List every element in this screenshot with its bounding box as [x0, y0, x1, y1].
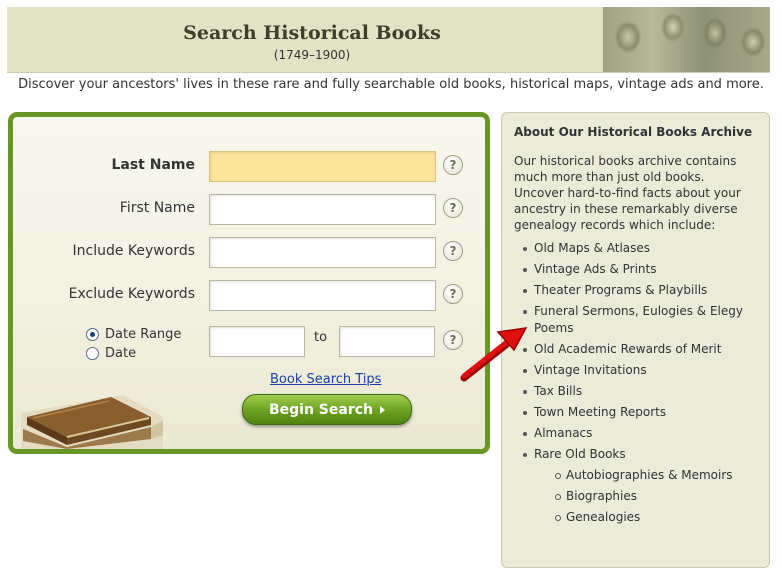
begin-search-label: Begin Search — [268, 401, 374, 418]
exclude-keywords-label: Exclude Keywords — [68, 286, 195, 302]
old-books-image — [21, 395, 163, 449]
archive-record-list: Old Maps & Atlases Vintage Ads & Prints … — [514, 240, 757, 526]
archive-intro: Our historical books archive contains mu… — [514, 154, 741, 232]
help-icon[interactable]: ? — [443, 241, 463, 261]
list-item: Theater Programs & Playbills — [522, 282, 757, 299]
date-range-label: Date Range — [105, 327, 182, 342]
play-arrow-icon — [380, 405, 386, 414]
list-item-rare-old-books: Rare Old Books Autobiographies & Memoirs… — [522, 446, 757, 526]
help-icon[interactable]: ? — [443, 198, 463, 218]
list-item-label: Rare Old Books — [534, 447, 626, 461]
date-type-radio-group: Date Range Date — [86, 325, 181, 363]
date-range-radio[interactable] — [86, 328, 99, 341]
page-header: Search Historical Books (1749–1900) — [7, 7, 770, 73]
help-icon[interactable]: ? — [443, 284, 463, 304]
exclude-keywords-input[interactable] — [209, 280, 436, 311]
list-item: Almanacs — [522, 425, 757, 442]
date-to-label: to — [314, 330, 328, 345]
include-keywords-row: Include Keywords ? — [13, 237, 485, 268]
include-keywords-input[interactable] — [209, 237, 436, 268]
exclude-keywords-row: Exclude Keywords ? — [13, 280, 485, 311]
last-name-row: Last Name ? — [13, 151, 485, 182]
date-from-input[interactable] — [209, 326, 305, 357]
sublist-item: Biographies — [554, 488, 757, 505]
list-item: Funeral Sermons, Eulogies & Elegy Poems — [522, 303, 757, 337]
date-to-input[interactable] — [339, 326, 435, 357]
date-label: Date — [105, 346, 137, 361]
tagline: Discover your ancestors' lives in these … — [18, 77, 764, 92]
rare-books-sublist: Autobiographies & Memoirs Biographies Ge… — [534, 467, 757, 526]
date-option[interactable]: Date — [86, 344, 181, 363]
begin-search-button[interactable]: Begin Search — [242, 394, 412, 425]
date-range-option[interactable]: Date Range — [86, 325, 181, 344]
sublist-item: Genealogies — [554, 509, 757, 526]
date-radio[interactable] — [86, 347, 99, 360]
list-item: Vintage Invitations — [522, 362, 757, 379]
page-title: Search Historical Books — [183, 22, 441, 44]
archive-info-panel: About Our Historical Books Archive Our h… — [501, 112, 770, 568]
list-item: Tax Bills — [522, 383, 757, 400]
list-item: Old Maps & Atlases — [522, 240, 757, 257]
sublist-item: Autobiographies & Memoirs — [554, 467, 757, 484]
first-name-label: First Name — [119, 200, 195, 216]
first-name-row: First Name ? — [13, 194, 485, 225]
book-search-tips-link[interactable]: Book Search Tips — [270, 372, 381, 387]
annotation-arrow-icon — [460, 327, 528, 382]
list-item: Town Meeting Reports — [522, 404, 757, 421]
last-name-input[interactable] — [209, 151, 436, 182]
search-form: Last Name ? First Name ? Include Keyword… — [8, 112, 490, 454]
first-name-input[interactable] — [209, 194, 436, 225]
include-keywords-label: Include Keywords — [72, 243, 196, 259]
last-name-label: Last Name — [111, 157, 195, 173]
list-item: Vintage Ads & Prints — [522, 261, 757, 278]
help-icon[interactable]: ? — [443, 155, 463, 175]
archive-title: About Our Historical Books Archive — [514, 125, 753, 139]
page-subtitle: (1749–1900) — [273, 48, 351, 62]
header-photo — [603, 7, 770, 72]
list-item: Old Academic Rewards of Merit — [522, 341, 757, 358]
